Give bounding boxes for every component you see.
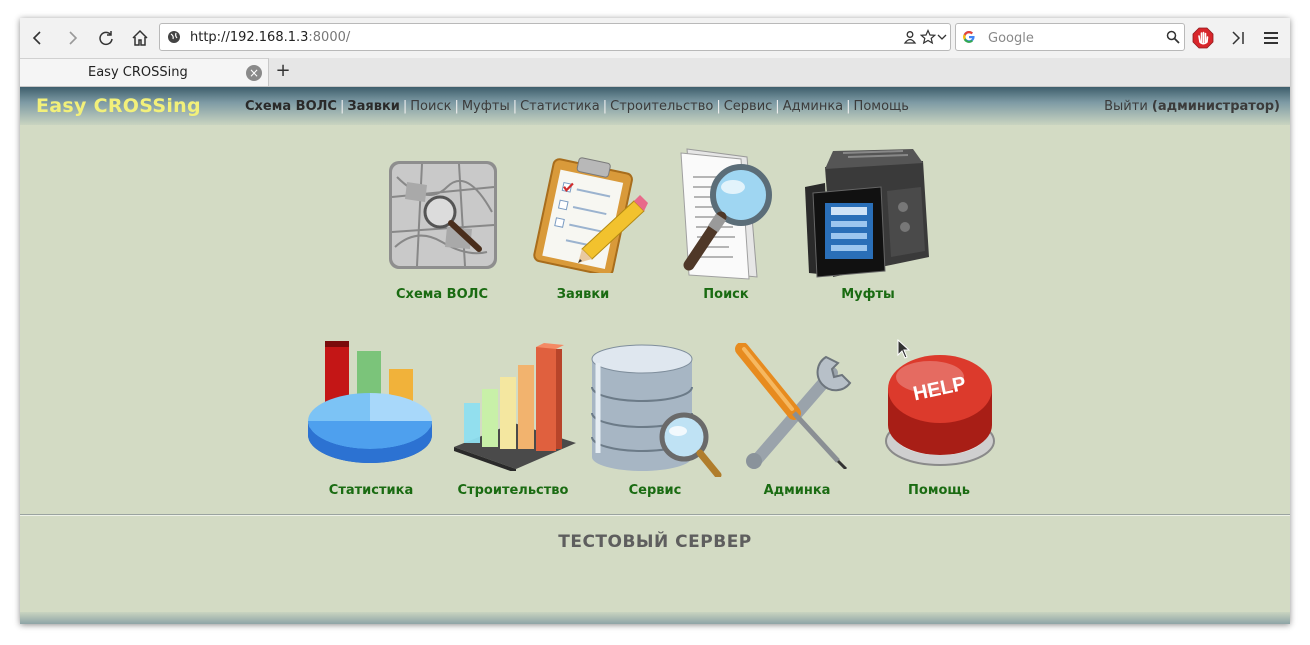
logout-area: Выйти (администратор) [1104, 99, 1280, 114]
page-content: Easy CROSSing Схема ВОЛС | Заявки | Поиск | Му… [20, 87, 1290, 624]
tile-admin[interactable]: Админка [732, 343, 862, 511]
url-text: http://192.168.1.3:8000/ [190, 30, 351, 45]
back-arrow-icon [32, 31, 41, 45]
site-logo[interactable]: Easy CROSSing [36, 95, 201, 117]
content-divider [20, 514, 1290, 516]
tile-requests[interactable]: Заявки [518, 153, 648, 317]
tab-easy-crossing[interactable]: Easy CROSSing × [20, 58, 269, 86]
nav-item-requests[interactable]: Заявки [347, 99, 400, 114]
search-input[interactable] [986, 28, 1160, 48]
bookmark-star-icon[interactable] [920, 29, 936, 45]
tile-construction[interactable]: Строительство [448, 343, 578, 511]
nav-item-admin[interactable]: Админка [783, 99, 843, 114]
hamburger-menu-icon [1264, 32, 1278, 44]
current-user: (администратор) [1151, 99, 1280, 114]
tile-label: Муфты [841, 287, 895, 302]
tile-couplings[interactable]: Муфты [803, 147, 933, 317]
tile-label: Помощь [908, 483, 970, 498]
logout-link[interactable]: Выйти [1104, 99, 1148, 114]
sidebar-toggle-button[interactable] [1224, 24, 1252, 52]
nav-separator: | [602, 99, 608, 114]
new-tab-button[interactable]: + [272, 60, 294, 82]
forward-arrow-icon [69, 31, 78, 45]
reload-icon [99, 31, 113, 46]
nav-item-search[interactable]: Поиск [410, 99, 451, 114]
tile-label: Админка [763, 483, 831, 498]
tile-label: Схема ВОЛС [396, 287, 488, 302]
tile-label: Сервис [628, 483, 682, 498]
document-magnifier-icon [680, 148, 772, 280]
bar-chart-icon [454, 343, 576, 471]
tile-label: Строительство [457, 483, 569, 498]
tile-label: Заявки [556, 287, 610, 302]
fusion-splicer-icon [805, 149, 929, 278]
site-header: Easy CROSSing Схема ВОЛС | Заявки | Поиск | Му… [20, 87, 1290, 125]
tools-icon [735, 343, 852, 469]
nav-item-help[interactable]: Помощь [854, 99, 909, 114]
home-button[interactable] [126, 24, 154, 52]
user-icon[interactable] [903, 30, 917, 44]
search-bar[interactable] [955, 23, 1185, 51]
tile-statistics[interactable]: Статистика [306, 339, 436, 511]
url-bar[interactable]: http://192.168.1.3:8000/ [159, 23, 951, 51]
nav-item-construction[interactable]: Строительство [610, 99, 713, 114]
chevron-right-bar-icon [1232, 31, 1244, 45]
nav-separator: | [402, 99, 408, 114]
back-button[interactable] [24, 24, 52, 52]
nav-separator: | [339, 99, 345, 114]
adblock-button[interactable] [1189, 24, 1217, 52]
mouse-cursor-icon [897, 339, 911, 359]
google-icon [963, 30, 975, 43]
chevron-down-icon[interactable] [937, 32, 947, 42]
home-icon [132, 29, 148, 46]
nav-item-scheme[interactable]: Схема ВОЛС [245, 99, 337, 114]
footer-bar [20, 612, 1290, 624]
nav-separator: | [512, 99, 518, 114]
globe-icon [168, 31, 180, 43]
tile-search[interactable]: Поиск [661, 147, 791, 317]
clipboard-pencil-icon [533, 157, 648, 273]
nav-separator: | [846, 99, 851, 114]
nav-separator: | [454, 99, 459, 114]
help-button-icon: HELP [885, 355, 995, 466]
tile-help[interactable]: HELP Помощь [874, 351, 1004, 511]
tab-strip: Easy CROSSing × + [20, 58, 1290, 87]
browser-toolbar: http://192.168.1.3:8000/ [20, 18, 1290, 58]
reload-button[interactable] [92, 24, 120, 52]
search-icon[interactable] [1166, 30, 1180, 44]
map-magnifier-icon [389, 161, 497, 269]
main-nav: Схема ВОЛС | Заявки | Поиск | Муфты | Статистика… [245, 99, 909, 114]
menu-button[interactable] [1257, 24, 1285, 52]
nav-separator: | [716, 99, 721, 114]
pie-bar-chart-icon [308, 341, 432, 463]
nav-separator: | [775, 99, 780, 114]
browser-window: http://192.168.1.3:8000/ Eas [20, 18, 1290, 624]
nav-item-statistics[interactable]: Статистика [520, 99, 600, 114]
tile-label: Поиск [703, 287, 749, 302]
close-tab-icon[interactable]: × [246, 65, 262, 81]
tile-service[interactable]: Сервис [590, 341, 722, 511]
stop-hand-icon [1192, 27, 1214, 49]
server-note: ТЕСТОВЫЙ СЕРВЕР [558, 532, 752, 552]
tile-scheme[interactable]: Схема ВОЛС [377, 157, 507, 317]
nav-item-couplings[interactable]: Муфты [462, 99, 510, 114]
nav-item-service[interactable]: Сервис [724, 99, 773, 114]
database-search-icon [591, 344, 722, 477]
forward-button[interactable] [58, 24, 86, 52]
tab-title: Easy CROSSing [88, 65, 188, 80]
tile-label: Статистика [328, 483, 414, 498]
